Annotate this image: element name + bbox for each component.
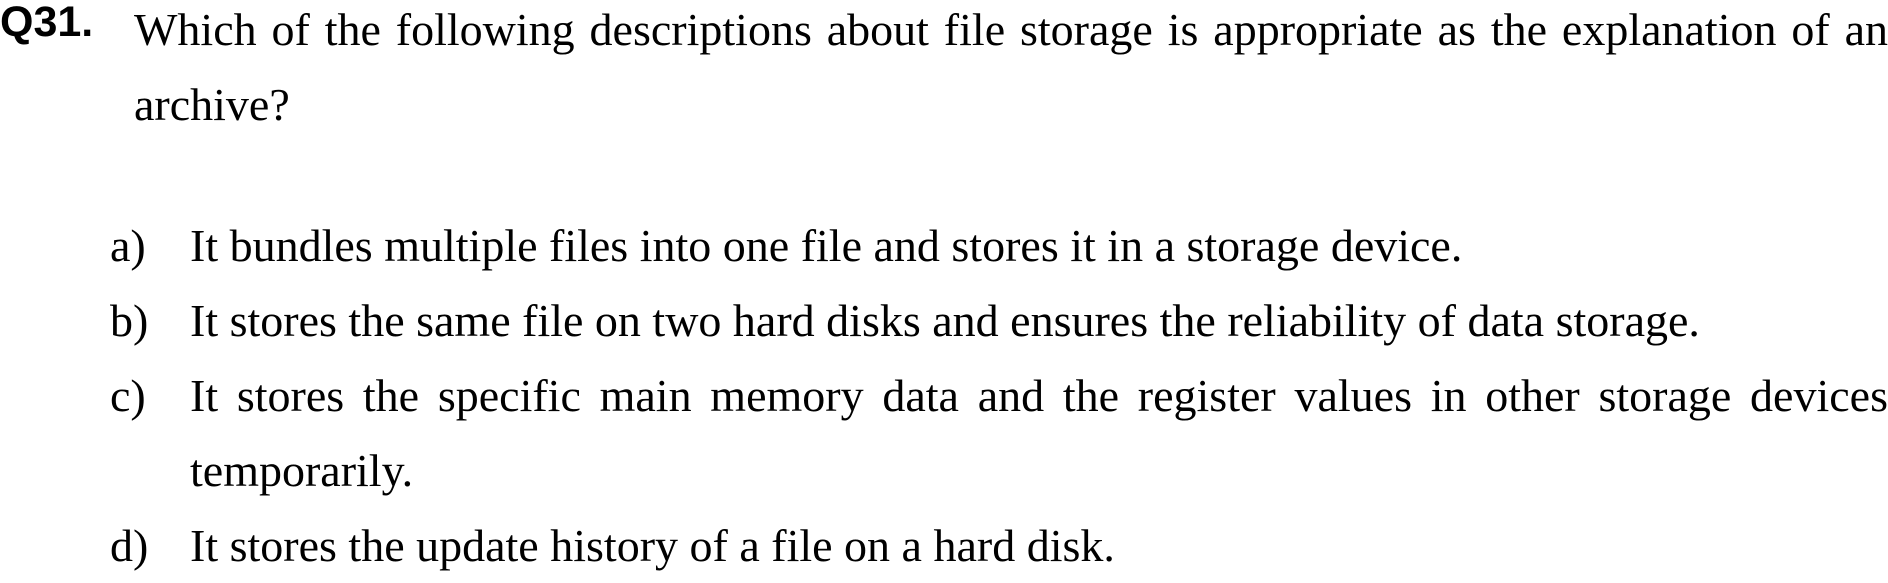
option-letter: a) [110,220,146,271]
option-text: It bundles multiple files into one file … [190,220,1463,271]
option-text: It stores the specific main memory data … [190,370,1888,496]
option-b[interactable]: b) It stores the same file on two hard d… [0,283,1888,358]
answer-options: a) It bundles multiple files into one fi… [0,208,1888,583]
question-stem: Which of the following descriptions abou… [134,4,1888,130]
option-text: It stores the update history of a file o… [190,520,1115,571]
option-text: It stores the same file on two hard disk… [190,295,1700,346]
option-a[interactable]: a) It bundles multiple files into one fi… [0,208,1888,283]
option-c[interactable]: c) It stores the specific main memory da… [0,358,1888,508]
option-letter: c) [110,370,146,421]
question-block: Q31. Which of the following descriptions… [0,0,1888,572]
question-number: Q31. [0,0,94,46]
option-letter: b) [110,295,149,346]
